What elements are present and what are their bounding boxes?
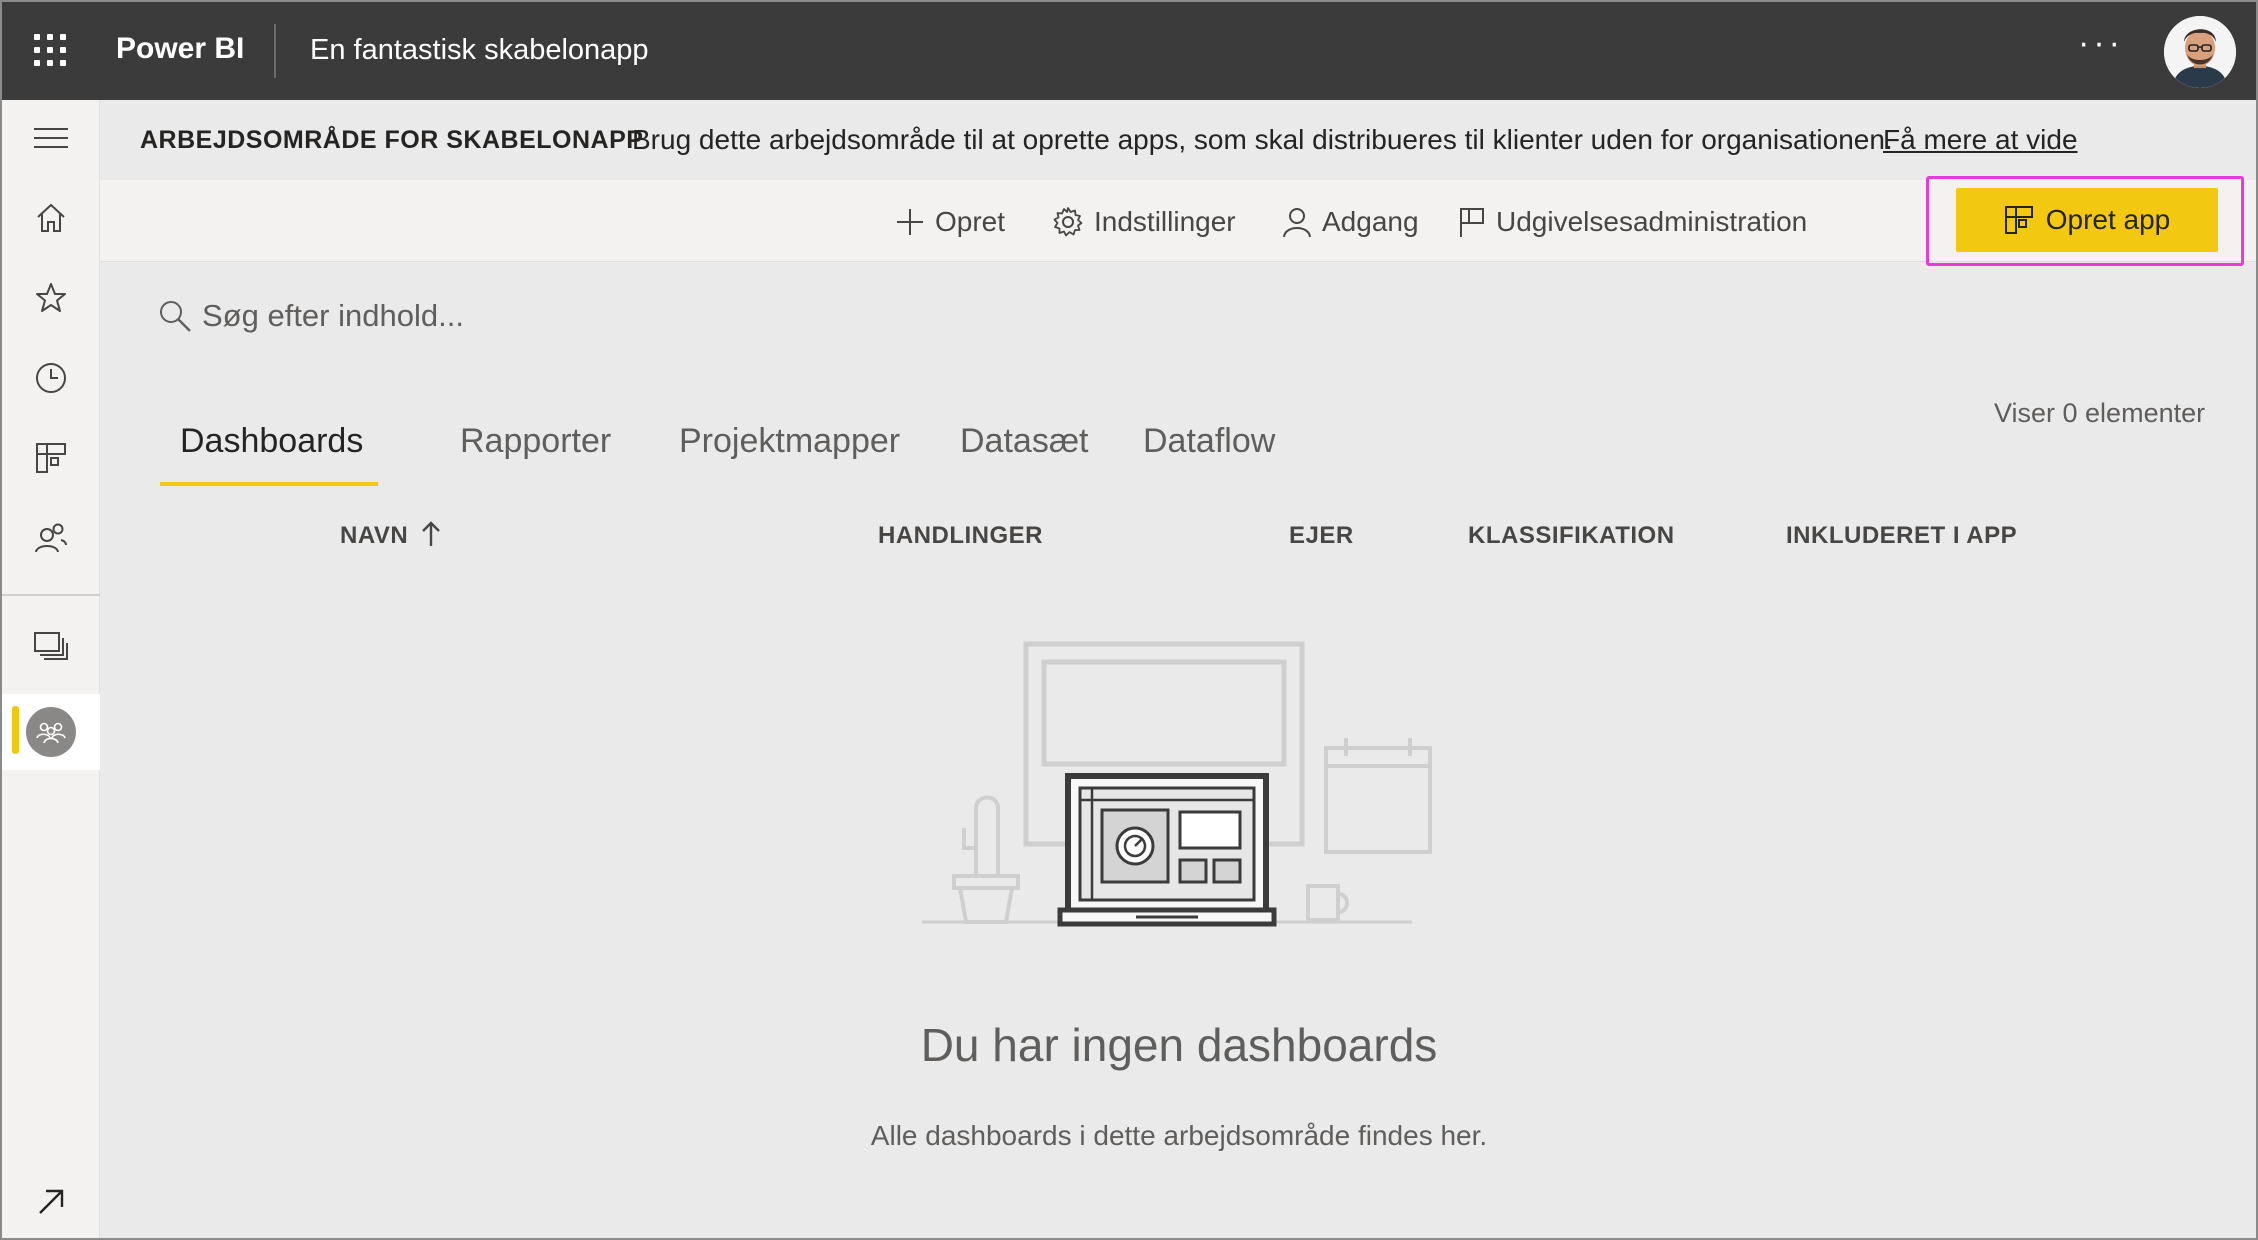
- star-icon: [36, 283, 66, 312]
- workspaces-icon: [34, 632, 68, 660]
- flag-icon: [1460, 208, 1484, 237]
- command-bar: Opret Indstillinger Adgang Udgivelsesadm…: [100, 176, 2256, 266]
- expand-arrow-icon: [39, 1189, 64, 1214]
- banner-description: Brug dette arbejdsområde til at oprette …: [632, 124, 1893, 155]
- nav-menu-button[interactable]: [2, 102, 100, 174]
- empty-state-title: Du har ingen dashboards: [920, 1019, 1438, 1071]
- sort-ascending-icon[interactable]: [420, 520, 442, 553]
- column-header-name[interactable]: NAVN: [340, 522, 408, 550]
- app-window: Power BI En fantastisk skabelonapp ··· A…: [0, 0, 2258, 1240]
- release-management-button[interactable]: Udgivelsesadministration: [1458, 202, 1807, 242]
- column-header-included-in-app[interactable]: INKLUDERET I APP: [1786, 522, 2017, 550]
- empty-state-illustration: [916, 638, 1436, 943]
- create-app-button[interactable]: Opret app: [1956, 188, 2218, 252]
- active-tab-underline: [160, 482, 378, 486]
- nav-shared[interactable]: [2, 502, 100, 574]
- search-box[interactable]: [158, 298, 802, 334]
- home-icon: [37, 203, 65, 232]
- column-header-owner[interactable]: EJER: [1289, 522, 1354, 550]
- active-indicator: [12, 706, 19, 754]
- nav-recent[interactable]: [2, 342, 100, 414]
- app-launcher-icon[interactable]: [34, 34, 68, 68]
- create-app-label: Opret app: [2045, 204, 2171, 235]
- tab-dashboards[interactable]: Dashboards: [180, 422, 363, 461]
- app-icon: [2004, 206, 2033, 234]
- top-bar: Power BI En fantastisk skabelonapp ···: [2, 2, 2256, 100]
- create-label: Opret: [935, 206, 1006, 237]
- tab-reports[interactable]: Rapporter: [460, 422, 611, 461]
- clock-icon: [36, 363, 66, 393]
- apps-icon: [36, 443, 66, 473]
- search-icon: [160, 301, 191, 332]
- command-more-button[interactable]: ···: [2254, 192, 2256, 229]
- settings-button[interactable]: Indstillinger: [1052, 202, 1236, 242]
- settings-label: Indstillinger: [1094, 206, 1236, 237]
- nav-workspaces[interactable]: [2, 610, 100, 682]
- avatar[interactable]: [2164, 16, 2236, 88]
- nav-home[interactable]: [2, 182, 100, 254]
- empty-state-subtitle: Alle dashboards i dette arbejdsområde fi…: [870, 1120, 1488, 1151]
- nav-apps[interactable]: [2, 422, 100, 494]
- nav-divider: [2, 594, 100, 596]
- column-header-classification[interactable]: KLASSIFIKATION: [1468, 522, 1675, 550]
- nav-favorites[interactable]: [2, 262, 100, 334]
- column-header-actions: HANDLINGER: [878, 522, 1043, 549]
- item-count: Viser 0 elementer: [1994, 398, 2206, 428]
- nav-expand[interactable]: [2, 1166, 100, 1238]
- search-input[interactable]: [202, 298, 802, 334]
- workspace-type-label: ARBEJDSOMRÅDE FOR SKABELONAPP: [140, 126, 644, 154]
- workspace-icon: [26, 707, 76, 757]
- profile-photo-icon: [2164, 16, 2236, 88]
- more-options-button[interactable]: ···: [2078, 24, 2124, 63]
- gear-icon: [1053, 207, 1083, 237]
- tab-dataflows[interactable]: Dataflow: [1143, 422, 1275, 461]
- access-label: Adgang: [1322, 206, 1419, 237]
- learn-more-link[interactable]: Få mere at vide: [1883, 124, 2078, 156]
- hamburger-menu-icon: [34, 128, 68, 148]
- create-button[interactable]: Opret: [895, 202, 1005, 242]
- person-icon: [1283, 208, 1311, 238]
- shared-with-me-icon: [35, 523, 67, 553]
- workspace-name: En fantastisk skabelonapp: [310, 34, 649, 66]
- plus-icon: [897, 209, 923, 235]
- tab-datasets[interactable]: Datasæt: [960, 422, 1089, 461]
- tab-workbooks[interactable]: Projektmapper: [679, 422, 900, 461]
- release-management-label: Udgivelsesadministration: [1496, 206, 1808, 237]
- divider: [274, 24, 276, 78]
- workspace-banner: ARBEJDSOMRÅDE FOR SKABELONAPP Brug dette…: [100, 100, 2256, 180]
- brand-title[interactable]: Power BI: [116, 32, 244, 66]
- access-button[interactable]: Adgang: [1282, 202, 1419, 242]
- dashboard-illustration-icon: [922, 641, 1432, 927]
